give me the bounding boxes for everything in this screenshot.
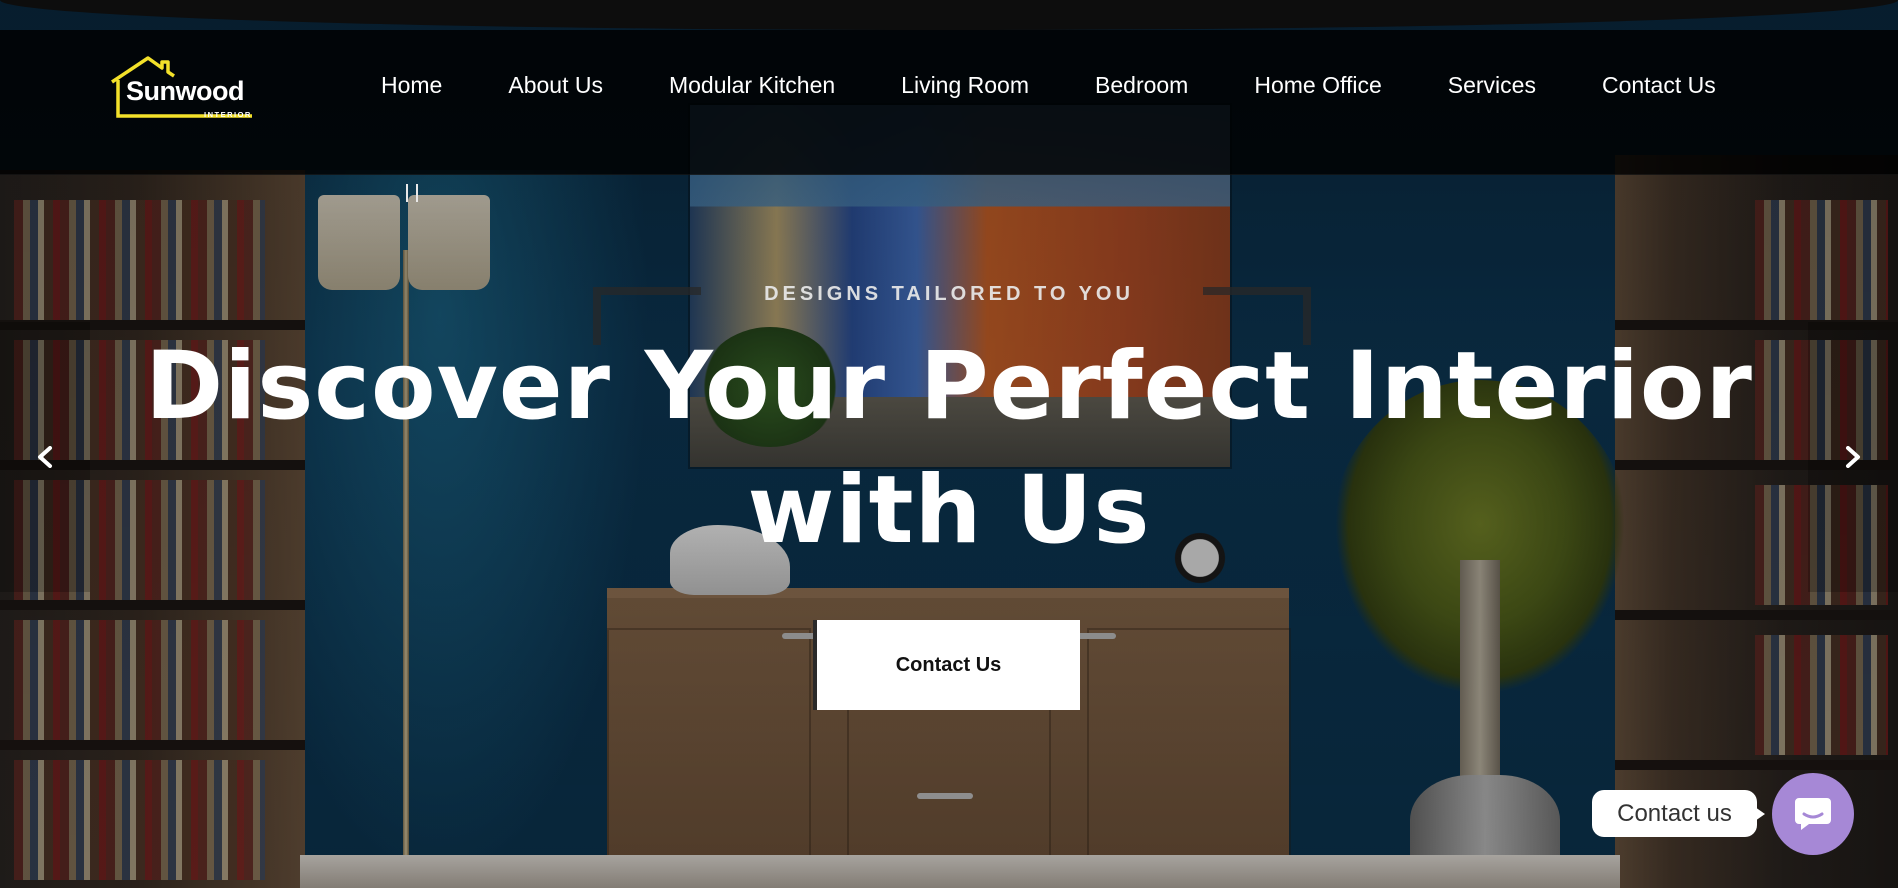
hero-contact-button[interactable]: Contact Us xyxy=(817,620,1080,710)
nav-services[interactable]: Services xyxy=(1448,72,1536,99)
hero-headline-line1: Discover Your Perfect Interior xyxy=(145,332,1753,441)
nav-contact-us[interactable]: Contact Us xyxy=(1602,72,1716,99)
main-nav: Home About Us Modular Kitchen Living Roo… xyxy=(381,70,1716,100)
chat-label-text: Contact us xyxy=(1617,799,1732,827)
chat-bubble-icon xyxy=(1795,798,1831,830)
hero-eyebrow: DESIGNS TAILORED TO YOU xyxy=(764,283,1134,305)
brand-subtitle: INTERIOR xyxy=(204,110,252,119)
slider-prev-button[interactable] xyxy=(0,322,90,592)
hero-headline: Discover Your Perfect Interior with Us xyxy=(60,325,1838,573)
brand-logo[interactable]: Sunwood INTERIOR xyxy=(108,54,258,122)
slider-next-button[interactable] xyxy=(1808,322,1898,592)
nav-home[interactable]: Home xyxy=(381,72,442,99)
nav-living-room[interactable]: Living Room xyxy=(901,72,1029,99)
chevron-right-icon xyxy=(1846,446,1860,468)
nav-home-office[interactable]: Home Office xyxy=(1254,72,1381,99)
site-header: Sunwood INTERIOR Home About Us Modular K… xyxy=(0,30,1898,202)
nav-bedroom[interactable]: Bedroom xyxy=(1095,72,1188,99)
nav-modular-kitchen[interactable]: Modular Kitchen xyxy=(669,72,835,99)
chat-label[interactable]: Contact us xyxy=(1592,790,1765,837)
chevron-left-icon xyxy=(38,446,52,468)
nav-about-us[interactable]: About Us xyxy=(508,72,603,99)
brand-name: Sunwood xyxy=(126,76,244,106)
active-nav-indicator xyxy=(406,184,418,202)
chat-launcher-button[interactable] xyxy=(1772,773,1854,855)
hero-headline-line2: with Us xyxy=(747,456,1151,565)
